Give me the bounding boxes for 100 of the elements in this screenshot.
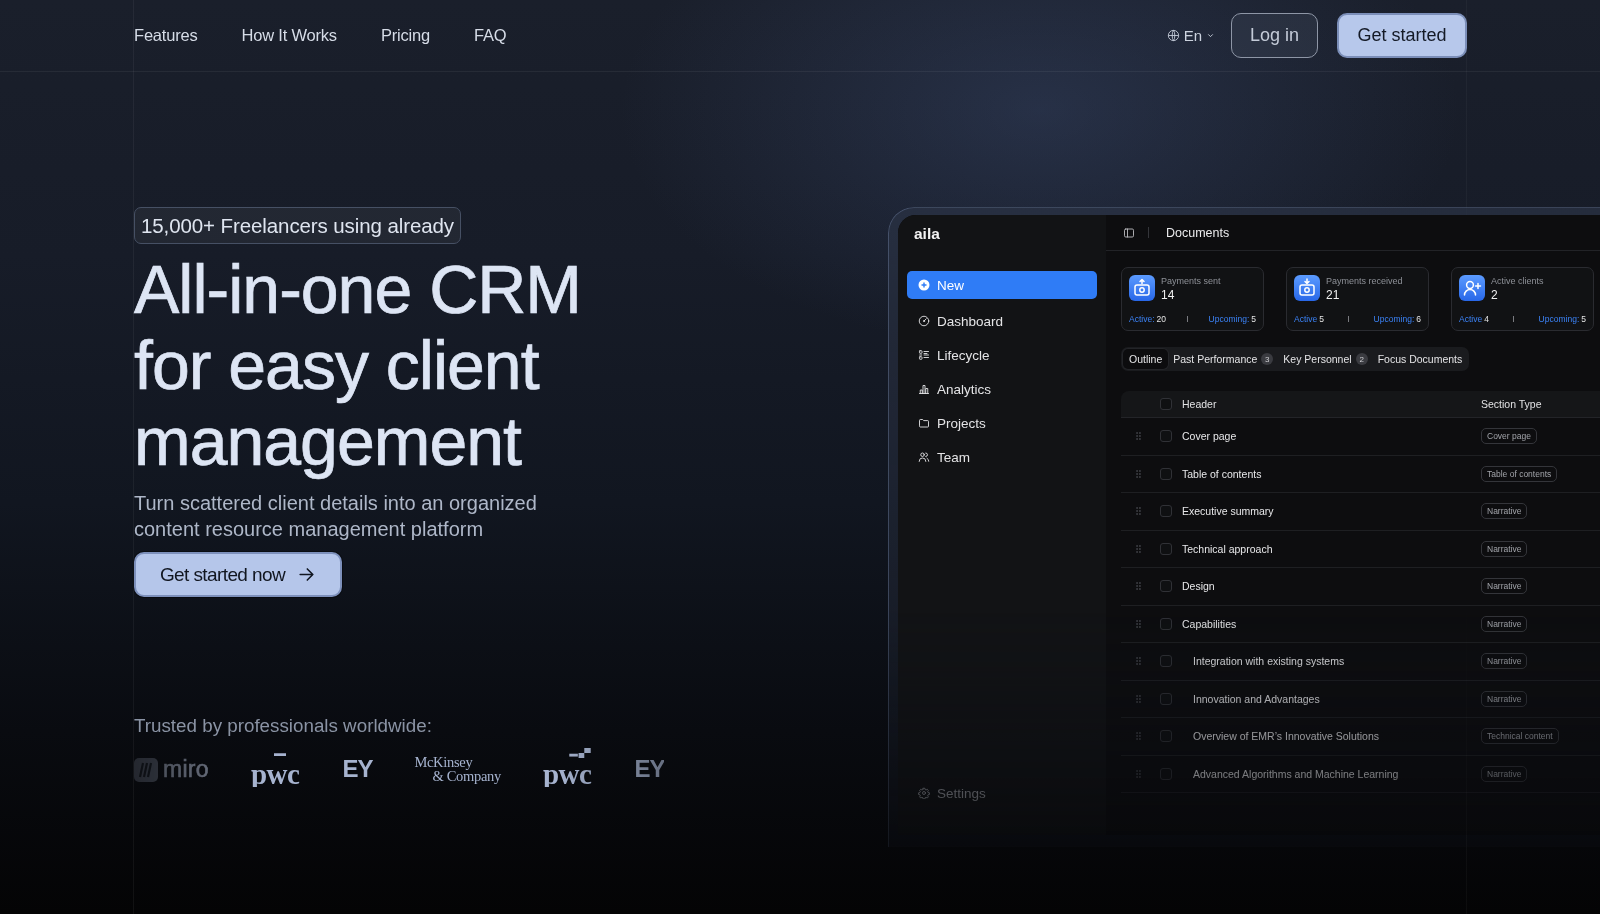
language-selector[interactable]: En (1166, 27, 1215, 44)
section-type-tag: Table of contents (1481, 465, 1558, 482)
section-type-tag: Narrative (1481, 690, 1528, 707)
nav-link[interactable]: Pricing (380, 26, 430, 45)
hero-heading: All-in-one CRM for easy client management (134, 251, 582, 479)
login-button[interactable]: Log in (1231, 13, 1318, 58)
tab[interactable]: Focus Documents (1372, 349, 1468, 369)
get-started-button[interactable]: Get started (1337, 13, 1467, 58)
column-header: Section Type (1481, 398, 1543, 410)
section-type-tag: Narrative (1481, 578, 1528, 595)
table-cell-text: Advanced Algorithms and Machine Learning (1192, 767, 1400, 780)
nav-link[interactable]: Features (134, 26, 198, 45)
stat-footer-label: Active: (1129, 314, 1155, 324)
company-logo: miro (163, 756, 209, 783)
sidebar-item[interactable]: Team (907, 440, 1097, 474)
money-download-icon (1294, 275, 1320, 301)
caret-icon (1206, 31, 1215, 40)
checkbox[interactable] (1160, 467, 1172, 480)
grip-icon (1135, 732, 1141, 741)
stat-footer-value: 5 (1319, 314, 1324, 324)
table-cell-text: Technical approach (1182, 542, 1274, 555)
company-logo: EY (634, 755, 665, 783)
count-badge: 2 (1355, 353, 1368, 365)
sidebar-toggle-button[interactable] (1123, 226, 1135, 239)
checkbox[interactable] (1160, 505, 1172, 518)
section-type-tag: Narrative (1481, 540, 1528, 557)
nav-link[interactable]: FAQ (473, 26, 507, 45)
stat-footer-value: 5 (1251, 314, 1256, 324)
sidebar-item[interactable]: Analytics (907, 372, 1097, 406)
checkbox[interactable] (1160, 542, 1172, 555)
section-type-tag: Technical content (1481, 728, 1559, 745)
table-cell-text: Cover page (1182, 430, 1238, 443)
table-cell-text: Capabilities (1182, 617, 1238, 630)
stat-label: Payments received (1326, 276, 1403, 286)
new-button[interactable]: New (907, 271, 1097, 299)
users-icon (918, 451, 930, 463)
section-type-tag: Narrative (1481, 653, 1528, 670)
money-upload-icon (1129, 275, 1155, 301)
stat-footer-value: 20 (1156, 314, 1166, 324)
tab[interactable]: Key Personnel 2 (1278, 349, 1373, 369)
sidebar-item[interactable]: Dashboard (907, 304, 1097, 338)
sidebar-item[interactable]: Projects (907, 406, 1097, 440)
checkbox[interactable] (1160, 430, 1172, 443)
grip-icon (1135, 582, 1141, 591)
logo-mark-icon (134, 757, 158, 782)
checkbox[interactable] (1160, 692, 1172, 705)
checkbox[interactable] (1160, 580, 1172, 593)
column-header: Header (1182, 398, 1218, 410)
stat-footer-label: Upcoming: (1208, 314, 1250, 324)
stat-label: Active clients (1491, 276, 1544, 286)
company-logo: pwc (250, 761, 301, 787)
section-type-tag: Narrative (1481, 615, 1528, 632)
grip-icon (1135, 432, 1141, 441)
nav-link[interactable]: How It Works (241, 26, 337, 45)
grip-icon (1135, 544, 1141, 553)
section-type-tag: Narrative (1481, 503, 1528, 520)
sidebar-item[interactable]: Lifecycle (907, 338, 1097, 372)
section-type-tag: Narrative (1481, 765, 1528, 782)
checkbox[interactable] (1160, 730, 1172, 743)
tab[interactable]: Past Performance 3 (1168, 349, 1279, 369)
stat-footer-label: Active (1459, 314, 1483, 324)
stat-footer-value: 6 (1416, 314, 1421, 324)
table-cell-text: Table of contents (1182, 467, 1263, 480)
checkbox[interactable] (1160, 655, 1172, 668)
checkbox[interactable] (1160, 617, 1172, 630)
user-count-badge: 15,000+ Freelancers using already (134, 207, 461, 244)
gauge-icon (918, 315, 930, 327)
user-plus-icon (1459, 275, 1485, 301)
stat-label: Payments sent (1161, 276, 1221, 286)
grip-icon (1135, 657, 1141, 666)
app-logo-text: aila (913, 225, 941, 243)
plus-circle-icon (918, 279, 930, 291)
table-cell-text: Integration with existing systems (1192, 655, 1346, 668)
company-logo: McKinsey & Company (414, 755, 501, 783)
stat-footer-value: 4 (1484, 314, 1489, 324)
hero-subtitle: Turn scattered client details into an organized content resource management platform (134, 491, 538, 542)
blocks-mark-icon (569, 748, 592, 758)
stat-value: 2 (1491, 288, 1499, 302)
gear-icon (918, 787, 930, 799)
table-cell-text: Overview of EMR’s Innovative Solutions (1192, 730, 1380, 743)
bar-mark-icon (274, 752, 287, 756)
grip-icon (1135, 507, 1141, 516)
folder-icon (918, 417, 930, 429)
checklist-icon (918, 349, 930, 361)
arrow-right-icon (297, 565, 317, 584)
company-logo: EY (342, 755, 373, 783)
company-logo: pwc (543, 761, 593, 787)
table-cell-text: Innovation and Advantages (1192, 692, 1321, 705)
stat-value: 14 (1161, 288, 1176, 302)
sidebar-icon (1123, 226, 1135, 239)
bar-chart-icon (918, 383, 930, 395)
stat-footer-label: Active (1294, 314, 1318, 324)
checkbox[interactable] (1160, 398, 1172, 410)
table-cell-text: Executive summary (1182, 505, 1275, 518)
stat-footer-label: Upcoming: (1538, 314, 1580, 324)
count-badge: 3 (1261, 353, 1274, 365)
stat-value: 21 (1326, 288, 1341, 302)
get-started-now-button[interactable]: Get started now (134, 552, 342, 597)
stat-footer-value: 5 (1581, 314, 1586, 324)
tab[interactable]: Outline (1123, 349, 1169, 369)
